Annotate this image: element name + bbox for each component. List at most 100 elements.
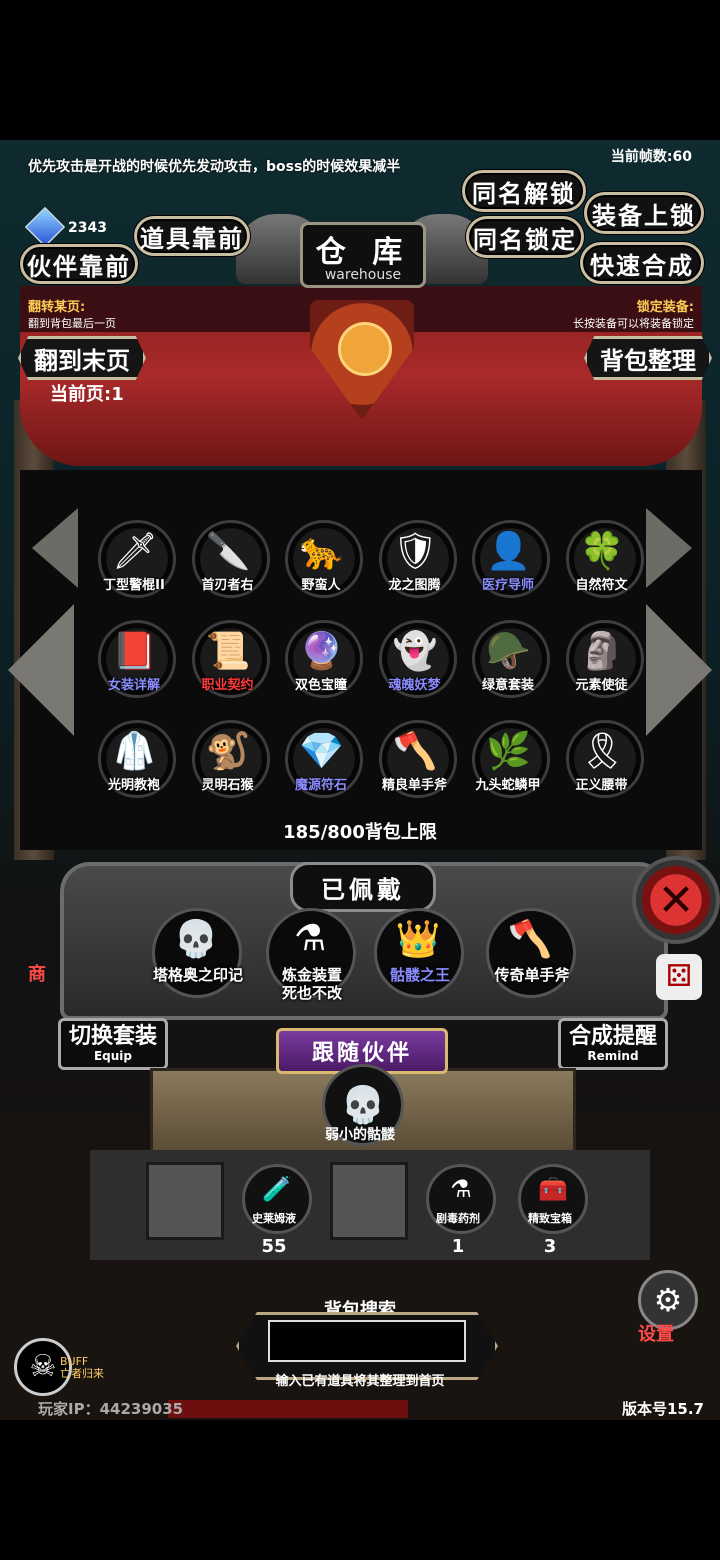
item-label: 双色宝瞳 <box>294 678 347 693</box>
settings-label[interactable]: 设置 <box>638 1320 674 1346</box>
tip-text: 优先攻击是开战的时候优先发动攻击，boss的时候效果减半 <box>28 159 401 175</box>
potion-icon: 🧪 <box>262 1175 292 1203</box>
inventory-item[interactable]: 🐆 野蛮人 <box>281 520 363 606</box>
inventory-item[interactable]: 👤 医疗导师 <box>468 520 550 606</box>
item-label: 职业契约 <box>201 678 254 693</box>
quick-synth-button[interactable]: 快速合成 <box>580 242 704 284</box>
lion-icon <box>338 322 392 376</box>
dice-icon[interactable]: ⚄ <box>656 954 702 1000</box>
equipped-item[interactable]: 💀 塔格奥之印记 <box>152 908 243 998</box>
title-cn: 仓 库 <box>315 235 411 270</box>
shop-label[interactable]: 商 <box>28 960 46 986</box>
item-label: 丁型警棍II <box>103 578 165 593</box>
inventory-item[interactable]: 🗿 元素使徒 <box>562 620 644 706</box>
inventory-item[interactable]: 🌿 九头蛇鳞甲 <box>468 720 550 806</box>
search-input[interactable] <box>268 1320 466 1362</box>
baton-icon: 🗡 <box>112 531 158 572</box>
item-label: 绿意套装 <box>481 678 534 693</box>
item-label: 龙之图腾 <box>388 578 441 593</box>
switch-equip-en: Equip <box>93 1049 133 1063</box>
golem-icon: 🗿 <box>579 631 625 672</box>
synth-remind-cn: 合成提醒 <box>568 1024 657 1049</box>
axe-icon: 🪓 <box>392 731 438 772</box>
item-label: 精良单手斧 <box>381 778 447 793</box>
inventory-item[interactable]: 🔮 双色宝瞳 <box>281 620 363 706</box>
belt-icon: 🎗 <box>579 731 626 772</box>
medic-icon: 👤 <box>486 531 531 572</box>
inventory-item[interactable]: 🎗 正义腰带 <box>562 720 644 806</box>
spirit-icon: 👻 <box>392 631 438 672</box>
potion-icon: ⚗ <box>450 1175 472 1203</box>
equip-lock-button[interactable]: 装备上锁 <box>584 192 704 234</box>
leopard-icon: 🐆 <box>299 531 344 572</box>
inventory-item[interactable]: 🔪 首刃者右 <box>188 520 270 606</box>
lock-desc: 长按装备可以将装备锁定 <box>573 317 694 330</box>
inventory-item[interactable]: 💎 魔源符石 <box>281 720 363 806</box>
legend-axe-icon: 🪓 <box>507 919 553 960</box>
prev-page-arrow-icon[interactable] <box>8 604 74 736</box>
switch-equip-button[interactable]: 切换套装 Equip <box>58 1018 168 1070</box>
item-label: 首刃者右 <box>201 578 254 593</box>
flip-title: 翻转某页: <box>28 300 86 315</box>
equipped-item[interactable]: ⚗ 炼金装置 死也不改 <box>266 908 356 1002</box>
version-label: 版本号15.7 <box>621 1400 704 1418</box>
item-label: 医疗导师 <box>481 578 534 593</box>
inventory-item[interactable]: 👻 魂魄妖梦 <box>375 620 457 706</box>
item-label: 自然符文 <box>575 578 628 593</box>
inventory-item[interactable]: 🍀 自然符文 <box>562 520 644 606</box>
inventory-item[interactable]: 📕 女装详解 <box>94 620 176 706</box>
item-label: 元素使徒 <box>575 678 628 693</box>
inventory-item[interactable]: 🪓 精良单手斧 <box>375 720 457 806</box>
flip-desc: 翻到背包最后一页 <box>28 317 116 330</box>
monkey-icon: 🐒 <box>205 731 251 772</box>
dragon-totem-icon: 🛡 <box>392 531 439 572</box>
prev-page-small-arrow-icon[interactable] <box>32 508 78 588</box>
inventory-item[interactable]: 🪖 绿意套装 <box>468 620 550 706</box>
consumable-count: 3 <box>543 1236 557 1257</box>
next-page-arrow-icon[interactable] <box>646 604 712 736</box>
inventory-item[interactable]: 🥼 光明教袍 <box>94 720 176 806</box>
inventory-item[interactable]: 🗡 丁型警棍II <box>94 520 176 606</box>
synth-remind-en: Remind <box>587 1049 639 1063</box>
goto-last-page-button[interactable]: 翻到末页 <box>18 336 146 380</box>
inventory-item[interactable]: 📜 职业契约 <box>188 620 270 706</box>
crystal-icon: 💎 <box>299 731 344 772</box>
current-page: 当前页:1 <box>50 384 124 405</box>
partner-front-button[interactable]: 伙伴靠前 <box>20 244 138 284</box>
equipped-label: 传奇单手斧 <box>494 966 570 984</box>
empty-slot[interactable] <box>330 1162 408 1240</box>
close-button[interactable]: ✕ <box>632 856 720 944</box>
consumable-count: 55 <box>261 1236 287 1257</box>
buff-name: 亡者归来 <box>60 1367 104 1380</box>
item-front-button[interactable]: 道具靠前 <box>134 216 250 256</box>
companion-label: 弱小的骷髅 <box>325 1127 395 1143</box>
same-name-lock-button[interactable]: 同名锁定 <box>466 216 584 258</box>
skeleton-king-icon: 👑 <box>395 919 441 960</box>
blade-icon: 🔪 <box>205 531 251 572</box>
consumable-count: 1 <box>451 1236 465 1257</box>
synth-remind-button[interactable]: 合成提醒 Remind <box>558 1018 668 1070</box>
inventory-item[interactable]: 🐒 灵明石猴 <box>188 720 270 806</box>
armor-icon: 🪖 <box>486 631 531 672</box>
item-label: 光明教袍 <box>107 778 160 793</box>
inventory-item[interactable]: 🛡 龙之图腾 <box>375 520 457 606</box>
robe-icon: 🥼 <box>112 731 157 772</box>
book-icon: 📕 <box>112 631 157 672</box>
potion-icon: 🧰 <box>538 1175 568 1203</box>
alchemy-icon: ⚗ <box>293 918 327 959</box>
consumable-label: 精致宝箱 <box>528 1212 572 1225</box>
equipped-item[interactable]: 🪓 传奇单手斧 <box>486 908 576 998</box>
item-label: 野蛮人 <box>301 578 341 593</box>
item-label: 魔源符石 <box>294 778 347 793</box>
search-hint: 输入已有道具将其整理到首页 <box>275 1374 445 1389</box>
same-name-unlock-button[interactable]: 同名解锁 <box>462 170 586 212</box>
equipped-item[interactable]: 👑 骷髅之王 <box>374 908 464 998</box>
equipped-title: 已佩戴 <box>290 862 436 912</box>
player-id: 玩家IP：44239035 <box>38 1400 184 1418</box>
item-label: 九头蛇鳞甲 <box>475 778 541 793</box>
item-label: 正义腰带 <box>575 778 628 793</box>
item-label: 女装详解 <box>107 678 160 693</box>
empty-slot[interactable] <box>146 1162 224 1240</box>
sort-bag-button[interactable]: 背包整理 <box>584 336 712 380</box>
gem-count: 2343 <box>68 220 107 236</box>
